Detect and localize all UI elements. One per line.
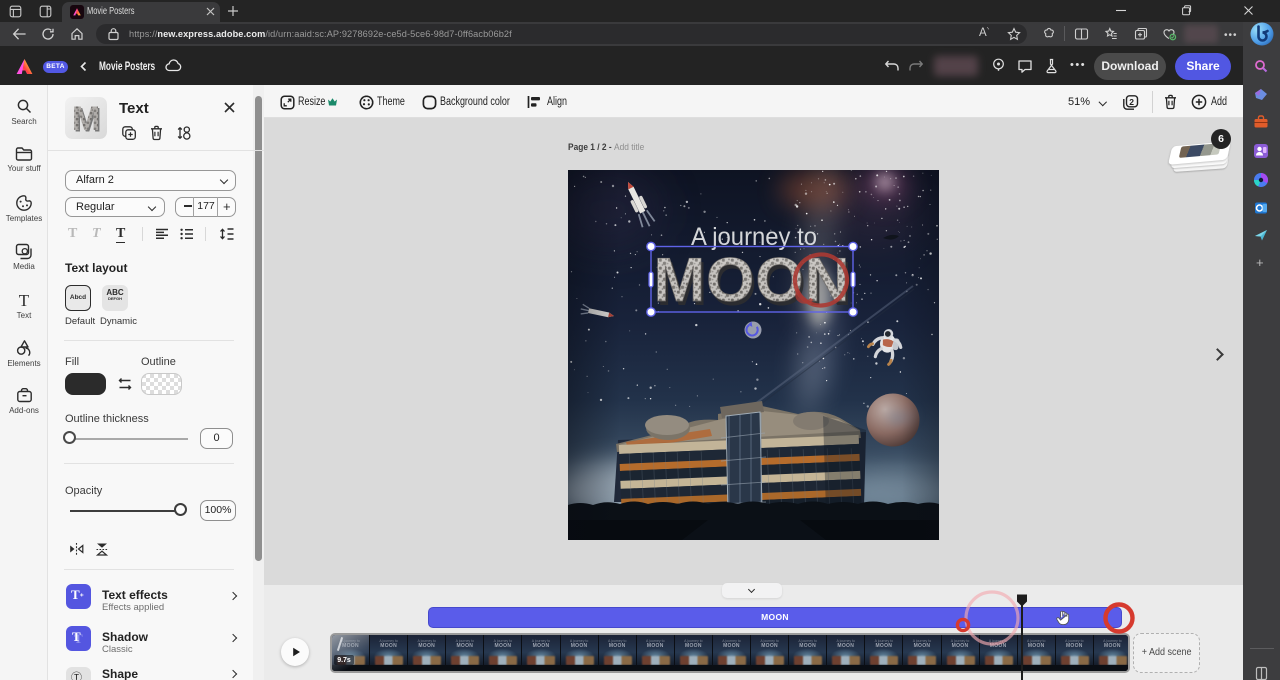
svg-text:2: 2 (1129, 97, 1134, 107)
svg-text:M: M (72, 100, 100, 138)
